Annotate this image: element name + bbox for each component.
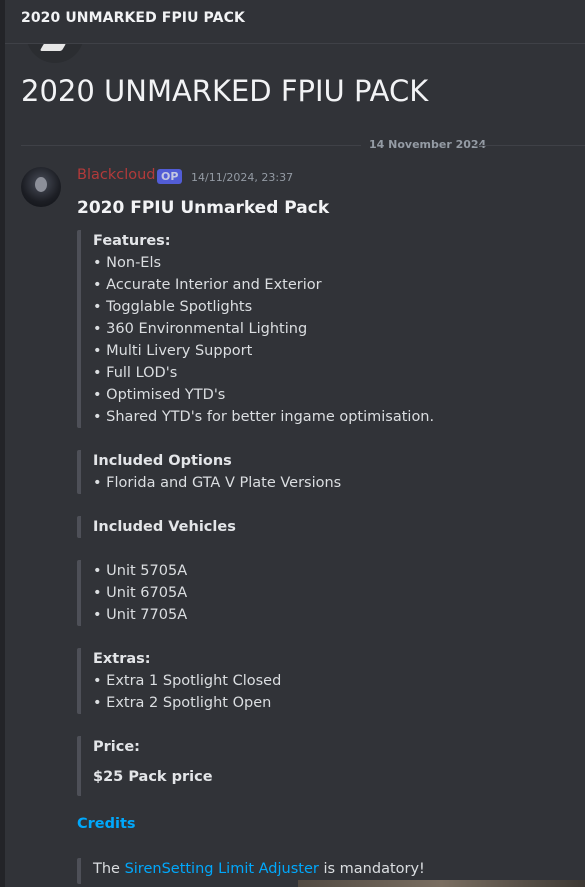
left-rail xyxy=(0,0,5,887)
included-vehicles-quote: Included Vehicles xyxy=(77,516,567,538)
price-quote: Price: $25 Pack price xyxy=(77,736,567,796)
message-timestamp[interactable]: 14/11/2024, 23:37 xyxy=(191,171,293,184)
op-badge: OP xyxy=(157,169,183,184)
avatar-face-icon xyxy=(35,177,47,192)
extras-heading: Extras: xyxy=(93,651,151,667)
list-item: • Togglable Spotlights xyxy=(93,299,253,315)
brand-mark-icon xyxy=(39,43,67,51)
included-options-quote: Included Options • Florida and GTA V Pla… xyxy=(77,450,567,494)
list-item: • Unit 6705A xyxy=(93,585,188,601)
attachment-preview[interactable] xyxy=(298,880,585,887)
post-title: 2020 FPIU Unmarked Pack xyxy=(77,198,330,218)
list-item: • Accurate Interior and Exterior xyxy=(93,277,322,293)
list-item: • Multi Livery Support xyxy=(93,343,253,359)
list-item: • Full LOD's xyxy=(93,365,178,381)
price-heading: Price: xyxy=(93,739,140,755)
date-divider-line-left xyxy=(21,145,361,146)
thread-title: 2020 UNMARKED FPIU PACK xyxy=(21,74,429,108)
list-item: • 360 Environmental Lighting xyxy=(93,321,308,337)
credits-heading: Credits xyxy=(77,816,136,832)
date-divider-line-right xyxy=(472,145,585,146)
notice-text: The SirenSetting Limit Adjuster is manda… xyxy=(93,858,567,880)
top-bar: 2020 UNMARKED FPIU PACK xyxy=(5,0,585,44)
list-item: • Florida and GTA V Plate Versions xyxy=(93,475,342,491)
notice-prefix: The xyxy=(93,861,125,877)
features-quote: Features: • Non-Els • Accurate Interior … xyxy=(77,230,567,428)
included-options-heading: Included Options xyxy=(93,453,232,469)
list-item: • Unit 7705A xyxy=(93,607,188,623)
list-item: • Extra 1 Spotlight Closed xyxy=(93,673,282,689)
features-heading: Features: xyxy=(93,233,171,249)
list-item: • Unit 5705A xyxy=(93,563,188,579)
siren-setting-link[interactable]: SirenSetting Limit Adjuster xyxy=(125,861,319,877)
channel-title: 2020 UNMARKED FPIU PACK xyxy=(21,10,245,26)
date-divider: 14 November 2024 xyxy=(369,138,487,151)
list-item: • Shared YTD's for better ingame optimis… xyxy=(93,409,435,425)
list-item: • Extra 2 Spotlight Open xyxy=(93,695,272,711)
notice-suffix: is mandatory! xyxy=(318,861,425,877)
list-item: • Non-Els xyxy=(93,255,162,271)
price-value: $25 Pack price xyxy=(93,769,213,785)
extras-quote: Extras: • Extra 1 Spotlight Closed • Ext… xyxy=(77,648,567,714)
vehicles-quote: • Unit 5705A • Unit 6705A • Unit 7705A xyxy=(77,560,567,626)
list-item: • Optimised YTD's xyxy=(93,387,226,403)
included-vehicles-heading: Included Vehicles xyxy=(93,519,236,535)
author-name[interactable]: Blackcloud xyxy=(77,167,156,183)
avatar[interactable] xyxy=(21,167,61,207)
